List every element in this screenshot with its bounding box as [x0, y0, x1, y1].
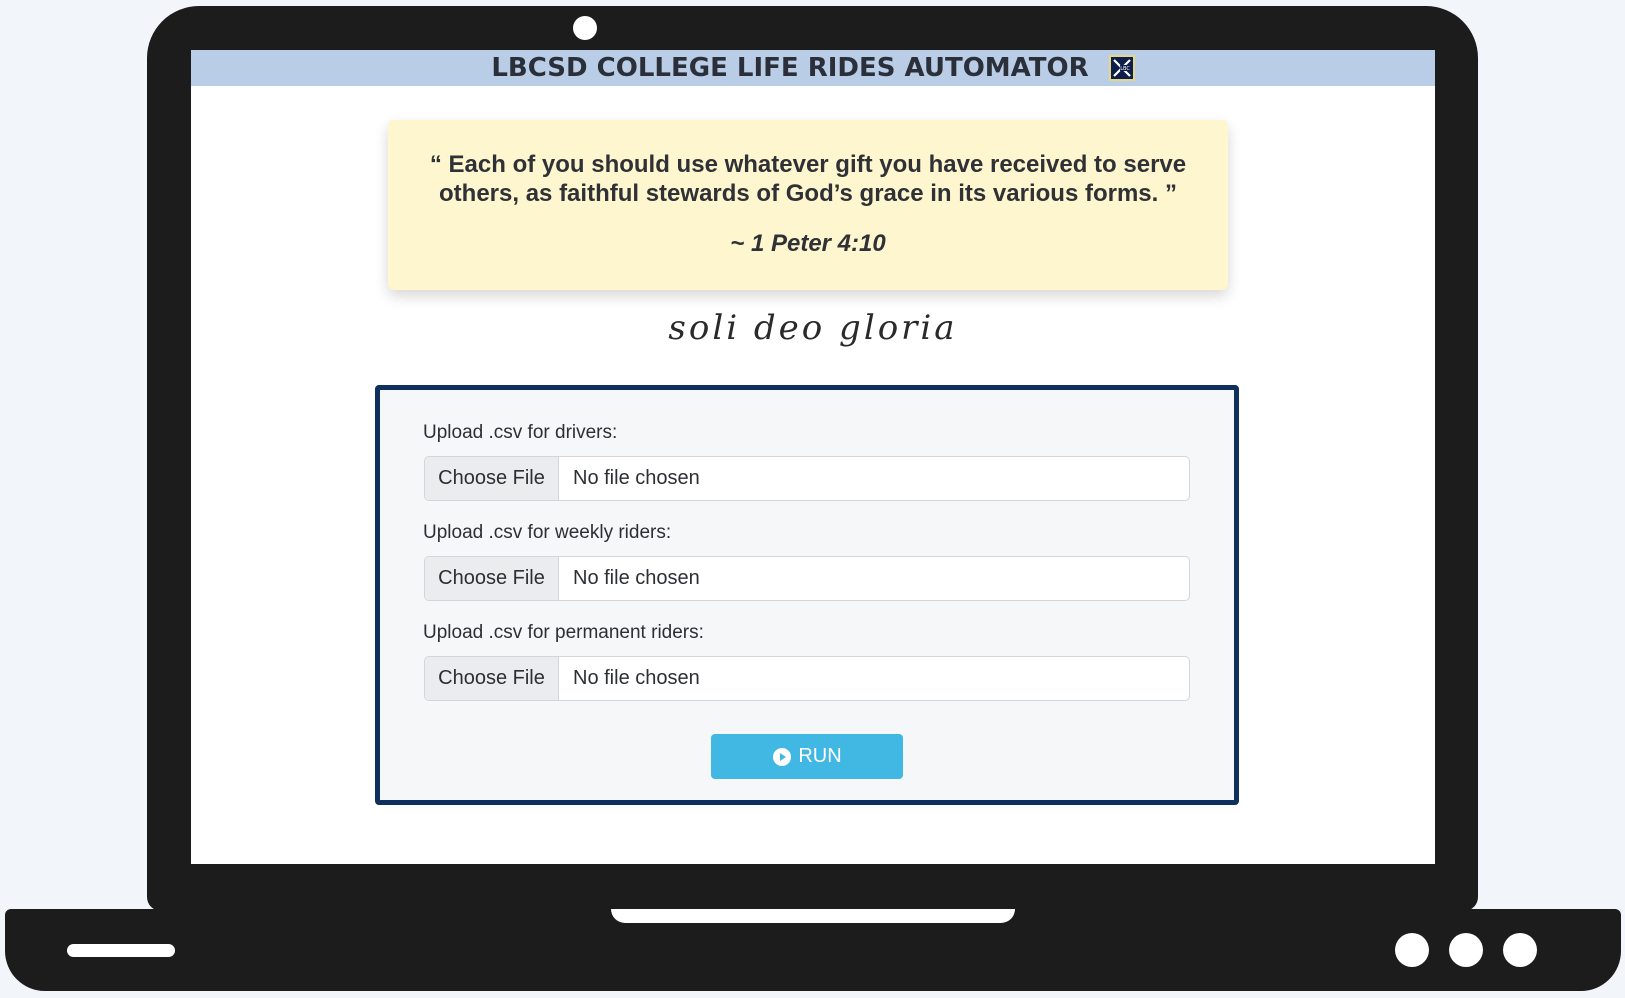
app-title: LBCSD COLLEGE LIFE RIDES AUTOMATOR — [491, 53, 1089, 83]
church-logo-icon: LBC — [1108, 55, 1135, 81]
run-button-label: RUN — [798, 745, 842, 767]
laptop-base-notch — [611, 909, 1015, 923]
drivers-file-input[interactable]: Choose File No file chosen — [424, 456, 1190, 501]
laptop-base-dot — [1449, 933, 1483, 967]
laptop-base-slot — [67, 944, 175, 957]
verse-reference: ~ 1 Peter 4:10 — [730, 230, 886, 257]
top-navbar: LBCSD COLLEGE LIFE RIDES AUTOMATOR LBC — [191, 50, 1435, 86]
laptop-base-dot — [1395, 933, 1429, 967]
run-button[interactable]: RUN — [711, 734, 903, 779]
upload-form-panel: Upload .csv for drivers: Choose File No … — [375, 385, 1239, 805]
logo-text: LBC — [1120, 66, 1130, 72]
laptop-base-dot — [1503, 933, 1537, 967]
play-circle-icon — [773, 747, 792, 766]
weekly-riders-file-input[interactable]: Choose File No file chosen — [424, 556, 1190, 601]
permanent-riders-file-input[interactable]: Choose File No file chosen — [424, 656, 1190, 701]
drivers-upload-label: Upload .csv for drivers: — [423, 422, 618, 443]
verse-card: “ Each of you should use whatever gift y… — [388, 120, 1228, 290]
motto-script: soli deo gloria — [668, 308, 958, 348]
laptop-camera — [573, 16, 597, 40]
permanent-riders-upload-label: Upload .csv for permanent riders: — [423, 622, 704, 643]
weekly-riders-choose-file-button[interactable]: Choose File — [425, 557, 559, 600]
app-screen: LBCSD COLLEGE LIFE RIDES AUTOMATOR LBC “… — [191, 50, 1435, 864]
weekly-riders-upload-label: Upload .csv for weekly riders: — [423, 522, 672, 543]
permanent-riders-choose-file-button[interactable]: Choose File — [425, 657, 559, 700]
drivers-file-status: No file chosen — [573, 467, 700, 489]
permanent-riders-file-status: No file chosen — [573, 667, 700, 689]
verse-text: “ Each of you should use whatever gift y… — [429, 151, 1187, 207]
weekly-riders-file-status: No file chosen — [573, 567, 700, 589]
logo-cross-icon: LBC — [1112, 59, 1131, 77]
drivers-choose-file-button[interactable]: Choose File — [425, 457, 559, 500]
